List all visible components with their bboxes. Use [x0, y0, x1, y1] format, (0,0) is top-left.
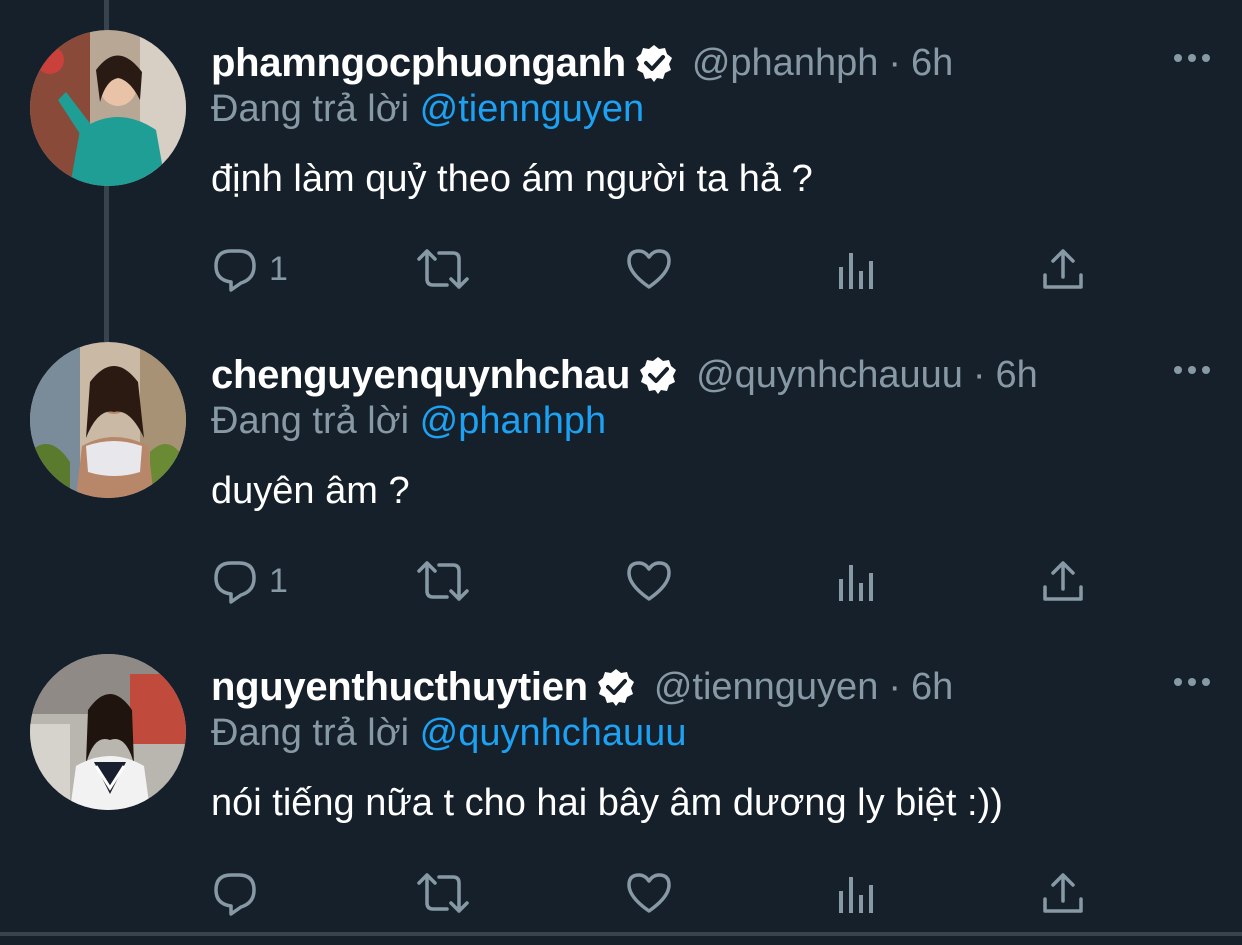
reply-icon	[214, 249, 256, 292]
like-button[interactable]	[625, 867, 673, 919]
avatar[interactable]	[30, 342, 186, 498]
analytics-button[interactable]	[835, 867, 879, 919]
analytics-button[interactable]	[835, 243, 879, 295]
replying-to: Đang trả lời @tiennguyen	[211, 88, 644, 131]
reply-count: 1	[269, 561, 288, 600]
avatar[interactable]	[30, 30, 186, 186]
share-icon	[1043, 873, 1083, 913]
display-name[interactable]: nguyenthucthuytien	[211, 665, 588, 710]
replying-to: Đang trả lời @phanhph	[211, 400, 606, 443]
verified-badge-icon	[640, 357, 677, 394]
tweet-header: chenguyenquynhchau @quynhchauuu · 6h	[211, 350, 1182, 400]
timestamp[interactable]: 6h	[996, 354, 1038, 397]
analytics-icon	[839, 565, 873, 601]
handle[interactable]: @quynhchauuu	[696, 354, 963, 397]
verified-badge-icon	[597, 669, 634, 706]
tweet-actions: 1	[211, 243, 1111, 295]
like-button[interactable]	[625, 555, 673, 607]
reply-button[interactable]: 1	[211, 243, 288, 295]
reply-icon	[214, 561, 256, 604]
tweet-text: duyên âm ?	[211, 470, 410, 512]
retweet-button[interactable]	[415, 555, 471, 607]
heart-icon	[627, 561, 671, 601]
retweet-button[interactable]	[415, 243, 471, 295]
share-button[interactable]	[1039, 243, 1087, 295]
analytics-icon	[839, 253, 873, 289]
mention-link[interactable]: @phanhph	[420, 400, 607, 442]
tweet-header: phamngocphuonganh @phanhph · 6h	[211, 38, 1182, 88]
share-button[interactable]	[1039, 555, 1087, 607]
analytics-icon	[839, 877, 873, 913]
more-icon[interactable]	[1172, 52, 1212, 64]
retweet-icon	[417, 873, 469, 913]
reply-button[interactable]	[211, 867, 269, 919]
display-name[interactable]: chenguyenquynhchau	[211, 353, 630, 398]
reply-button[interactable]: 1	[211, 555, 288, 607]
handle[interactable]: @tiennguyen	[654, 666, 879, 709]
tweet-thread: phamngocphuonganh @phanhph · 6h Đang trả…	[0, 0, 1242, 945]
divider	[0, 932, 1242, 936]
separator-dot: ·	[972, 353, 986, 396]
timestamp[interactable]: 6h	[911, 666, 953, 709]
like-button[interactable]	[625, 243, 673, 295]
verified-badge-icon	[635, 45, 672, 82]
replying-to-label: Đang trả lời	[211, 400, 410, 442]
tweet-header: nguyenthucthuytien @tiennguyen · 6h	[211, 662, 1182, 712]
timestamp[interactable]: 6h	[911, 42, 953, 85]
replying-to: Đang trả lời @quynhchauuu	[211, 712, 686, 755]
replying-to-label: Đang trả lời	[211, 88, 410, 130]
heart-icon	[627, 873, 671, 913]
tweet[interactable]: nguyenthucthuytien @tiennguyen · 6h Đang…	[0, 624, 1242, 936]
separator-dot: ·	[888, 41, 902, 84]
share-button[interactable]	[1039, 867, 1087, 919]
tweet-actions	[211, 867, 1111, 919]
mention-link[interactable]: @tiennguyen	[420, 88, 645, 130]
handle[interactable]: @phanhph	[692, 42, 879, 85]
replying-to-label: Đang trả lời	[211, 712, 410, 754]
tweet-actions: 1	[211, 555, 1111, 607]
more-icon[interactable]	[1172, 364, 1212, 376]
heart-icon	[627, 249, 671, 289]
tweet[interactable]: chenguyenquynhchau @quynhchauuu · 6h Đan…	[0, 312, 1242, 624]
more-icon[interactable]	[1172, 676, 1212, 688]
tweet-text: nói tiếng nữa t cho hai bây âm dương ly …	[211, 782, 1003, 824]
retweet-icon	[417, 561, 469, 601]
share-icon	[1043, 561, 1083, 601]
tweet-text: định làm quỷ theo ám người ta hả ?	[211, 158, 813, 200]
avatar[interactable]	[30, 654, 186, 810]
tweet[interactable]: phamngocphuonganh @phanhph · 6h Đang trả…	[0, 0, 1242, 312]
mention-link[interactable]: @quynhchauuu	[420, 712, 687, 754]
reply-count: 1	[269, 249, 288, 288]
separator-dot: ·	[888, 665, 901, 708]
retweet-button[interactable]	[415, 867, 471, 919]
retweet-icon	[417, 249, 469, 289]
reply-icon	[214, 873, 256, 916]
display-name[interactable]: phamngocphuonganh	[211, 41, 626, 86]
analytics-button[interactable]	[835, 555, 879, 607]
share-icon	[1043, 249, 1083, 289]
